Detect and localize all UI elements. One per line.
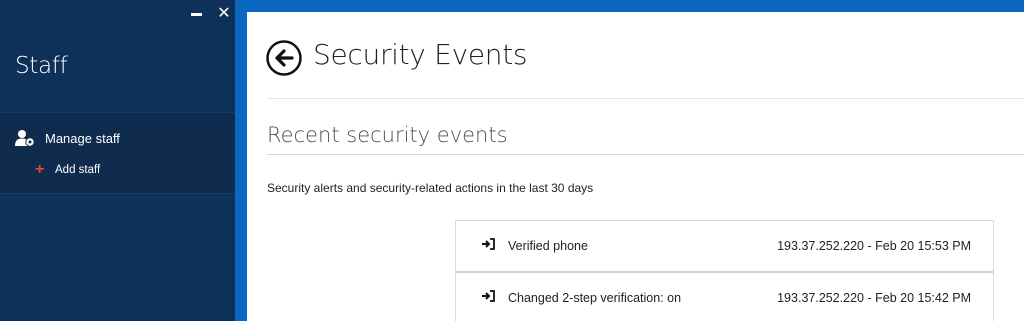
events-list: Verified phone 193.37.252.220 - Feb 20 1…	[455, 220, 994, 321]
event-label: Verified phone	[508, 239, 588, 253]
page-header: Security Events	[247, 12, 1024, 98]
page-title: Security Events	[313, 38, 528, 71]
sidebar-nav: Manage staff + Add staff	[0, 112, 235, 194]
header-divider	[267, 98, 1024, 99]
sidebar-subitem-label: Add staff	[55, 164, 101, 176]
sidebar-item-add-staff[interactable]: + Add staff	[35, 161, 101, 178]
event-row[interactable]: Verified phone 193.37.252.220 - Feb 20 1…	[456, 221, 993, 273]
sidebar: ✕ Staff Manage staff + Add staff	[0, 0, 235, 321]
sign-in-icon	[482, 290, 495, 302]
section-description: Security alerts and security-related act…	[267, 181, 594, 195]
minimize-icon[interactable]	[189, 6, 203, 20]
event-label: Changed 2-step verification: on	[508, 291, 682, 305]
window-controls: ✕	[189, 5, 231, 21]
sidebar-item-manage-staff[interactable]: Manage staff	[15, 129, 120, 147]
event-meta: 193.37.252.220 - Feb 20 15:42 PM	[777, 291, 971, 305]
sidebar-item-label: Manage staff	[45, 130, 120, 146]
event-row[interactable]: Changed 2-step verification: on 193.37.2…	[456, 273, 993, 321]
event-meta: 193.37.252.220 - Feb 20 15:53 PM	[777, 239, 971, 253]
close-icon[interactable]: ✕	[217, 5, 231, 21]
sign-in-icon	[482, 238, 495, 250]
plus-icon: +	[35, 161, 45, 178]
main-panel: Security Events Recent security events S…	[247, 12, 1024, 321]
sidebar-title: Staff	[15, 53, 68, 79]
section-divider	[267, 154, 1024, 155]
back-arrow-icon[interactable]	[266, 40, 302, 76]
manage-staff-icon	[15, 130, 35, 147]
section-title: Recent security events	[267, 123, 508, 147]
